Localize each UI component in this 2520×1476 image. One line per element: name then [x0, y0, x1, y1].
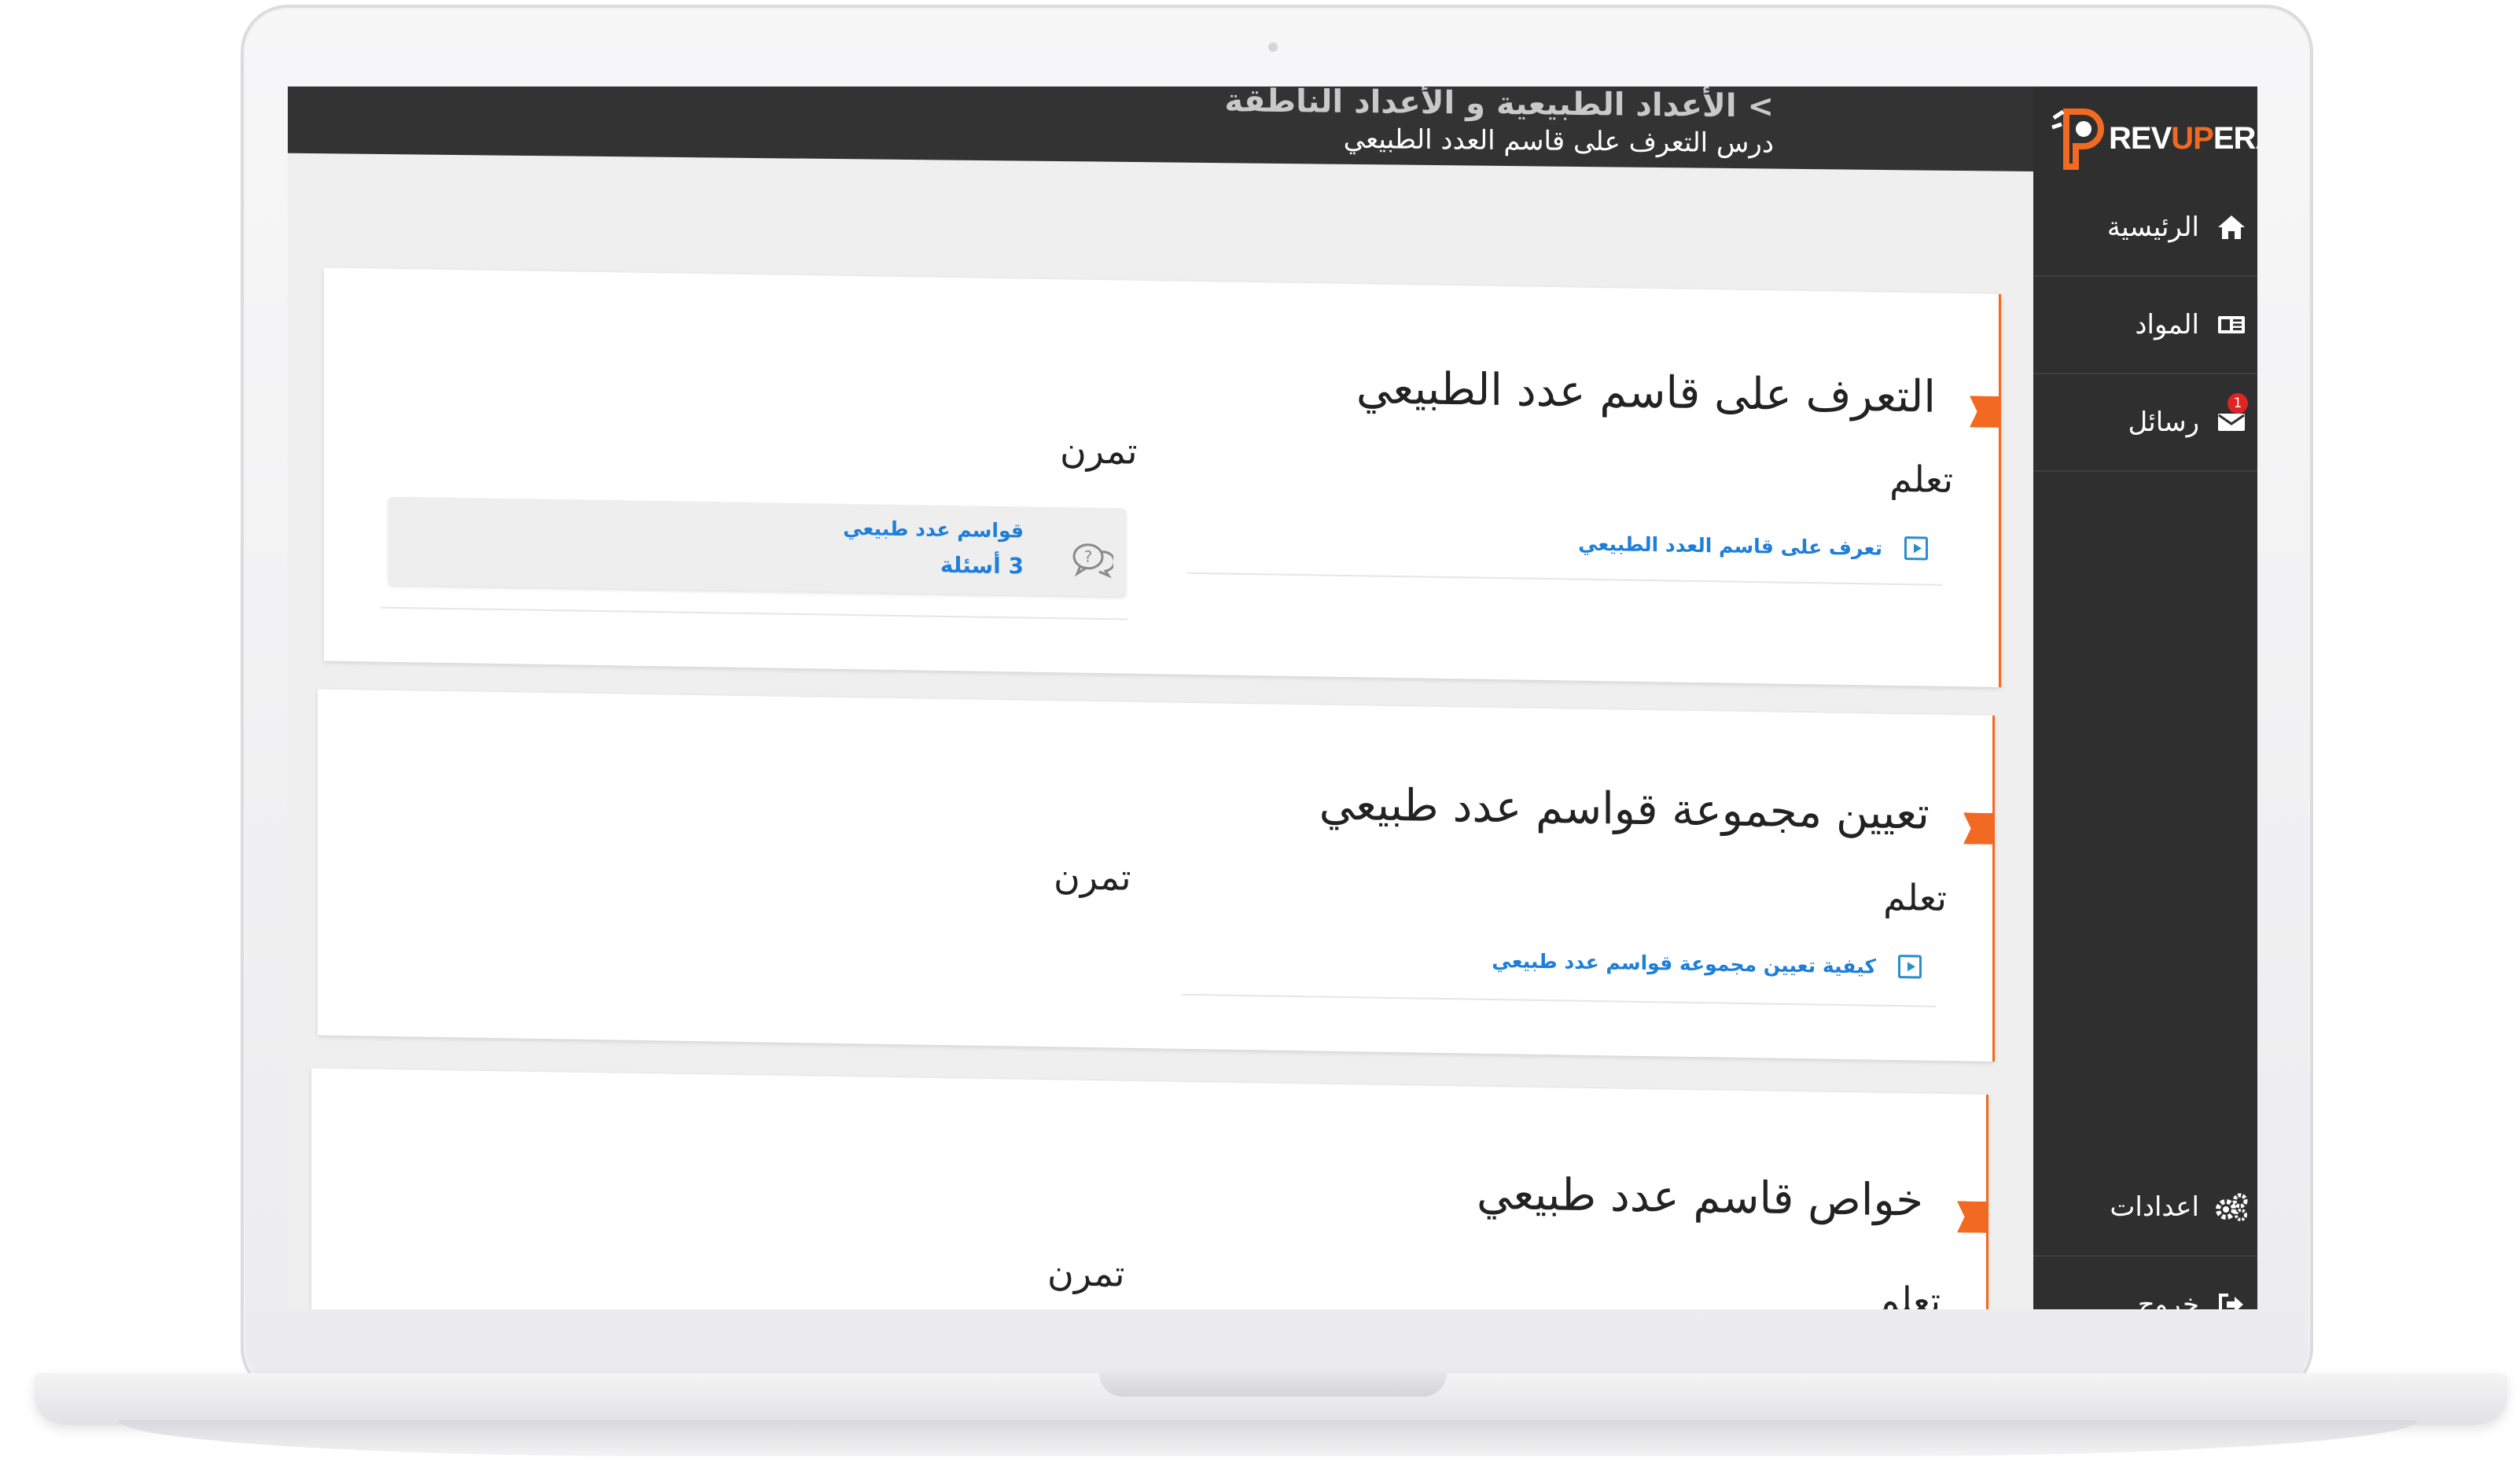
sidebar-item-logout[interactable]: خروج — [2033, 1257, 2257, 1309]
laptop-notch — [1099, 1373, 1447, 1397]
breadcrumb-link[interactable]: > الأعداد الطبيعية و الأعداد الناطقة — [1224, 86, 1774, 125]
lesson-video-label: تعرف على قاسم العدد الطبيعي — [1578, 532, 1882, 560]
sidebar-item-label: رسائل — [2128, 407, 2199, 438]
ribbon-icon — [1957, 1201, 1988, 1233]
breadcrumb: > الأعداد الطبيعية و الأعداد الناطقة درس… — [1224, 86, 1774, 160]
subjects-icon — [2212, 305, 2251, 344]
quiz-question-count: 3 أسئلة — [940, 551, 1024, 580]
gears-icon — [2212, 1187, 2251, 1227]
practice-heading: تمرن — [1060, 429, 1138, 473]
practice-heading: تمرن — [1054, 855, 1131, 899]
lesson-card: تعيين مجموعة قواسم عدد طبيعي تعلم تمرن ك… — [318, 689, 1995, 1062]
sidebar-item-label: خروج — [2137, 1289, 2199, 1309]
brand-name-part: REV — [2109, 121, 2172, 156]
lesson-title: التعرف على قاسم عدد الطبيعي — [1356, 363, 1936, 423]
laptop-base-shadow — [118, 1420, 2418, 1456]
quiz-item[interactable]: قواسم عدد طبيعي 3 أسئلة ? — [388, 496, 1126, 597]
learn-divider — [1181, 993, 1936, 1007]
lesson-card: التعرف على قاسم عدد الطبيعي تعلم تمرن تع… — [324, 267, 2001, 687]
lesson-video-link[interactable]: تعرف على قاسم العدد الطبيعي — [1578, 532, 1928, 561]
sidebar-item-label: المواد — [2135, 309, 2199, 340]
lesson-title: تعيين مجموعة قواسم عدد طبيعي — [1319, 778, 1930, 840]
quiz-text: قواسم عدد طبيعي 3 أسئلة — [843, 517, 1024, 580]
sidebar: REVUPERA الرئيسية المواد 1 رسائل — [2033, 86, 2257, 1309]
sidebar-item-label: الرئيسية — [2106, 212, 2199, 243]
quiz-title: قواسم عدد طبيعي — [843, 516, 1024, 543]
questions-icon: ? — [1072, 543, 1113, 579]
sidebar-item-label: اعدادات — [2110, 1191, 2199, 1223]
play-video-icon — [1898, 955, 1922, 979]
practice-heading: تمرن — [1047, 1251, 1125, 1295]
lesson-video-link[interactable]: كيفية تعيين مجموعة قواسم عدد طبيعي — [1492, 948, 1922, 979]
envelope-icon: 1 — [2212, 393, 2251, 442]
lesson-video-label: كيفية تعيين مجموعة قواسم عدد طبيعي — [1492, 948, 1876, 978]
logout-icon — [2212, 1285, 2251, 1309]
brand-name-accent: UP — [2171, 121, 2214, 156]
sidebar-item-messages[interactable]: 1 رسائل — [2033, 374, 2257, 472]
ribbon-icon — [1963, 812, 1995, 845]
brand-name-part: ERA — [2213, 121, 2257, 156]
sidebar-item-settings[interactable]: اعدادات — [2033, 1159, 2257, 1257]
top-header: > الأعداد الطبيعية و الأعداد الناطقة درس… — [288, 86, 2033, 171]
unread-badge: 1 — [2228, 393, 2248, 414]
sidebar-item-home[interactable]: الرئيسية — [2033, 179, 2257, 277]
svg-text:?: ? — [1084, 547, 1093, 566]
sidebar-item-subjects[interactable]: المواد — [2033, 277, 2257, 374]
app-screen: > الأعداد الطبيعية و الأعداد الناطقة درس… — [288, 86, 2257, 1309]
learn-divider — [1187, 572, 1942, 586]
ribbon-icon — [1970, 396, 2001, 428]
laptop-camera — [1268, 42, 1278, 52]
lesson-title: خواص قاسم عدد طبيعي — [1476, 1168, 1923, 1227]
learn-heading: تعلم — [1877, 1278, 1941, 1309]
brand-name: REVUPERA — [2109, 121, 2257, 156]
practice-divider — [381, 606, 1128, 620]
learn-heading: تعلم — [1889, 457, 1953, 502]
lesson-card: خواص قاسم عدد طبيعي تعلم تمرن — [311, 1068, 1988, 1309]
revupera-logo-icon — [2051, 109, 2104, 170]
learn-heading: تعلم — [1883, 875, 1947, 920]
play-video-icon — [1904, 536, 1928, 561]
home-icon — [2212, 208, 2251, 247]
page-title: درس التعرف على قاسم العدد الطبيعي — [1343, 123, 1774, 160]
